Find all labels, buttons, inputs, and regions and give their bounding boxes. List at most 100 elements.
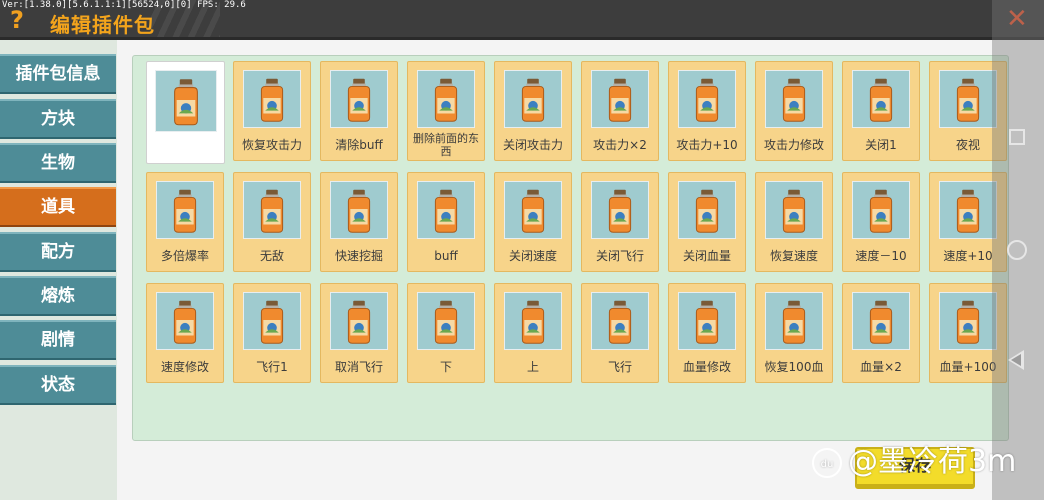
potion-bottle-icon — [695, 189, 719, 233]
item-thumbnail — [156, 292, 214, 350]
item-thumbnail — [678, 181, 736, 239]
potion-bottle-icon — [260, 189, 284, 233]
item-label: 关闭血量 — [682, 249, 731, 263]
potion-bottle-icon — [347, 78, 371, 122]
sidebar-item-7[interactable]: 状态 — [0, 365, 116, 405]
item-tile[interactable]: 攻击力+10 — [668, 61, 746, 161]
item-tile[interactable]: 上 — [494, 283, 572, 383]
item-thumbnail — [155, 70, 217, 132]
potion-bottle-icon — [434, 300, 458, 344]
item-thumbnail — [243, 292, 301, 350]
item-tile[interactable]: 取消飞行 — [320, 283, 398, 383]
item-tile[interactable]: 恢复攻击力 — [233, 61, 311, 161]
potion-bottle-icon — [521, 189, 545, 233]
potion-bottle-icon — [869, 78, 893, 122]
item-label: 攻击力修改 — [763, 138, 824, 152]
item-tile[interactable]: 关闭1 — [842, 61, 920, 161]
home-icon[interactable] — [1007, 240, 1027, 260]
item-thumbnail — [243, 181, 301, 239]
item-label: 飞行 — [607, 360, 632, 374]
item-tile[interactable]: 下 — [407, 283, 485, 383]
page-title: 编辑插件包 — [50, 13, 155, 37]
item-label: 攻击力×2 — [593, 138, 647, 152]
item-label: 速度－10 — [855, 249, 907, 263]
potion-bottle-icon — [869, 300, 893, 344]
item-thumbnail — [939, 292, 997, 350]
potion-bottle-icon — [956, 189, 980, 233]
item-tile[interactable]: 攻击力×2 — [581, 61, 659, 161]
back-icon[interactable] — [1008, 350, 1024, 370]
potion-bottle-icon — [782, 189, 806, 233]
help-icon[interactable]: ? — [10, 7, 24, 33]
item-thumbnail — [939, 70, 997, 128]
item-thumbnail — [852, 70, 910, 128]
item-thumbnail — [591, 292, 649, 350]
item-label: buff — [434, 249, 458, 263]
potion-bottle-icon — [782, 300, 806, 344]
item-thumbnail — [243, 70, 301, 128]
item-tile[interactable]: 恢复速度 — [755, 172, 833, 272]
item-tile[interactable]: 清除buff — [320, 61, 398, 161]
sidebar-item-4[interactable]: 配方 — [0, 232, 116, 272]
item-thumbnail — [852, 181, 910, 239]
item-tile[interactable]: buff — [407, 172, 485, 272]
potion-bottle-icon — [347, 300, 371, 344]
item-thumbnail — [330, 292, 388, 350]
potion-bottle-icon — [434, 189, 458, 233]
potion-bottle-icon — [782, 78, 806, 122]
potion-bottle-icon — [608, 78, 632, 122]
item-thumbnail — [330, 70, 388, 128]
potion-bottle-icon — [173, 189, 197, 233]
item-thumbnail — [765, 292, 823, 350]
item-tile[interactable]: 速度修改 — [146, 283, 224, 383]
sidebar-item-1[interactable]: 方块 — [0, 99, 116, 139]
item-thumbnail — [504, 292, 562, 350]
item-tile[interactable]: 快速挖掘 — [320, 172, 398, 272]
item-thumbnail — [417, 181, 475, 239]
item-thumbnail — [330, 181, 388, 239]
potion-bottle-icon — [521, 78, 545, 122]
item-label: 关闭飞行 — [595, 249, 644, 263]
potion-bottle-icon — [608, 300, 632, 344]
item-label: 攻击力+10 — [676, 138, 738, 152]
item-thumbnail — [156, 181, 214, 239]
item-tile[interactable]: 关闭飞行 — [581, 172, 659, 272]
item-tile[interactable]: 飞行 — [581, 283, 659, 383]
item-tile[interactable]: 多倍爆率 — [146, 172, 224, 272]
item-label: 多倍爆率 — [160, 249, 209, 263]
sidebar-item-3[interactable]: 道具 — [0, 187, 116, 227]
item-tile[interactable]: 恢复100血 — [755, 283, 833, 383]
item-label: 飞行1 — [256, 360, 288, 374]
item-label: 无敌 — [259, 249, 284, 263]
item-thumbnail — [678, 292, 736, 350]
item-tile[interactable]: 飞行1 — [233, 283, 311, 383]
sidebar-item-2[interactable]: 生物 — [0, 143, 116, 183]
item-label: 恢复100血 — [764, 360, 824, 374]
item-tile[interactable] — [146, 61, 225, 164]
item-tile[interactable]: 无敌 — [233, 172, 311, 272]
item-tile[interactable]: 血量×2 — [842, 283, 920, 383]
item-thumbnail — [591, 70, 649, 128]
item-label: 关闭速度 — [508, 249, 557, 263]
recent-apps-icon[interactable] — [1009, 129, 1025, 145]
potion-bottle-icon — [695, 300, 719, 344]
item-label: 关闭攻击力 — [502, 138, 563, 152]
item-tile[interactable]: 血量修改 — [668, 283, 746, 383]
potion-bottle-icon — [869, 189, 893, 233]
item-thumbnail — [504, 181, 562, 239]
item-label: 下 — [439, 360, 452, 374]
item-tile[interactable]: 关闭攻击力 — [494, 61, 572, 161]
item-tile[interactable]: 攻击力修改 — [755, 61, 833, 161]
item-label: 血量×2 — [860, 360, 902, 374]
item-tile[interactable]: 关闭速度 — [494, 172, 572, 272]
item-tile[interactable]: 删除前面的东西 — [407, 61, 485, 161]
item-thumbnail — [417, 70, 475, 128]
item-tile[interactable]: 速度－10 — [842, 172, 920, 272]
title-bar: Ver:[1.38.0][5.6.1.1:1][56524,0][0] FPS:… — [0, 0, 1044, 40]
sidebar-item-5[interactable]: 熔炼 — [0, 276, 116, 316]
sidebar-item-6[interactable]: 剧情 — [0, 320, 116, 360]
potion-bottle-icon — [174, 79, 198, 126]
sidebar-item-0[interactable]: 插件包信息 — [0, 54, 116, 94]
item-tile[interactable]: 关闭血量 — [668, 172, 746, 272]
potion-bottle-icon — [347, 189, 371, 233]
